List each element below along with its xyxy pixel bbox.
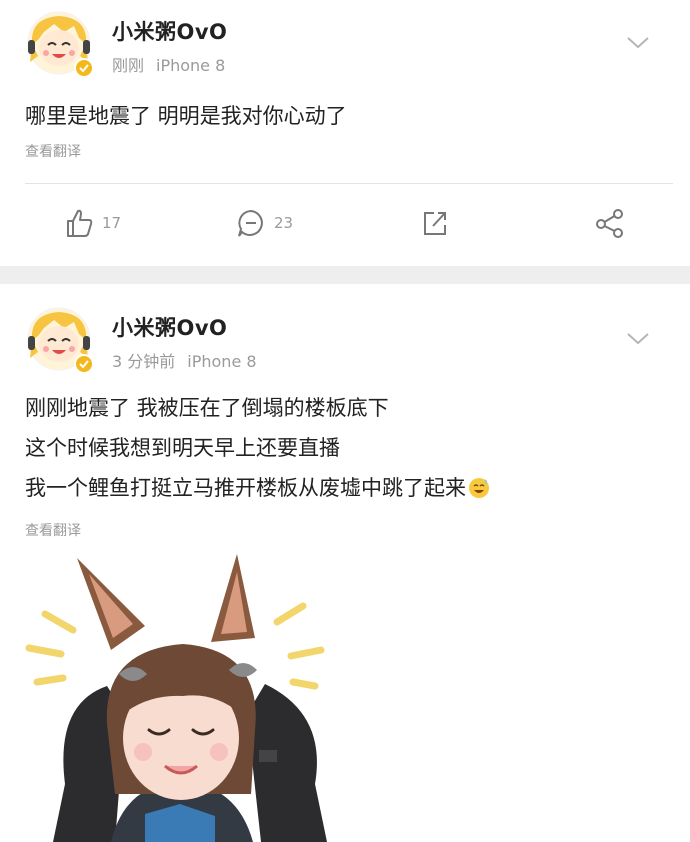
thumbs-up-icon [67,209,93,237]
sweat-smile-emoji [469,478,489,498]
post-text-line: 刚刚地震了 我被压在了倒塌的楼板底下 [25,396,389,420]
post-device: iPhone 8 [156,56,226,75]
post-card-2: 小米粥OvO 3 分钟前 iPhone 8 刚刚地震了 我被压在了倒塌的楼板底下 … [0,284,690,842]
divider [25,183,673,184]
sticker-image[interactable] [15,554,355,842]
comment-button[interactable]: 23 [236,205,293,241]
username[interactable]: 小米粥OvO [112,16,227,46]
post-time: 刚刚 [112,56,145,75]
comment-count: 23 [274,214,294,232]
post-text-line: 这个时候我想到明天早上还要直播 [25,436,340,460]
comment-icon [238,209,263,237]
chevron-down-icon[interactable] [624,328,652,348]
avatar[interactable] [24,8,94,78]
post-text-line: 我一个鲤鱼打挺立马推开楼板从废墟中跳了起来 [25,468,490,508]
avatar[interactable] [24,304,94,374]
like-count: 17 [102,214,122,232]
post-text-line: 哪里是地震了 明明是我对你心动了 [25,104,347,128]
share-icon [596,209,623,238]
post-text: 刚刚地震了 我被压在了倒塌的楼板底下 这个时候我想到明天早上还要直播 我一个鲤鱼… [25,388,490,508]
translate-link[interactable]: 查看翻译 [25,520,81,540]
translate-link[interactable]: 查看翻译 [25,141,81,161]
like-button[interactable]: 17 [64,205,121,241]
post-text-line-text: 我一个鲤鱼打挺立马推开楼板从废墟中跳了起来 [25,476,466,500]
verified-badge-icon [74,58,94,78]
username[interactable]: 小米粥OvO [112,312,227,342]
repost-button[interactable] [420,205,450,241]
post-meta: 刚刚 iPhone 8 [112,52,225,76]
post-meta: 3 分钟前 iPhone 8 [112,348,257,372]
repost-icon [424,212,446,235]
post-time: 3 分钟前 [112,352,176,371]
post-text: 哪里是地震了 明明是我对你心动了 [25,96,347,136]
post-card-1: 小米粥OvO 刚刚 iPhone 8 哪里是地震了 明明是我对你心动了 查看翻译 … [0,0,690,266]
share-button[interactable] [594,205,626,241]
chevron-down-icon[interactable] [624,32,652,52]
post-separator [0,266,690,284]
post-device: iPhone 8 [187,352,257,371]
verified-badge-icon [74,354,94,374]
